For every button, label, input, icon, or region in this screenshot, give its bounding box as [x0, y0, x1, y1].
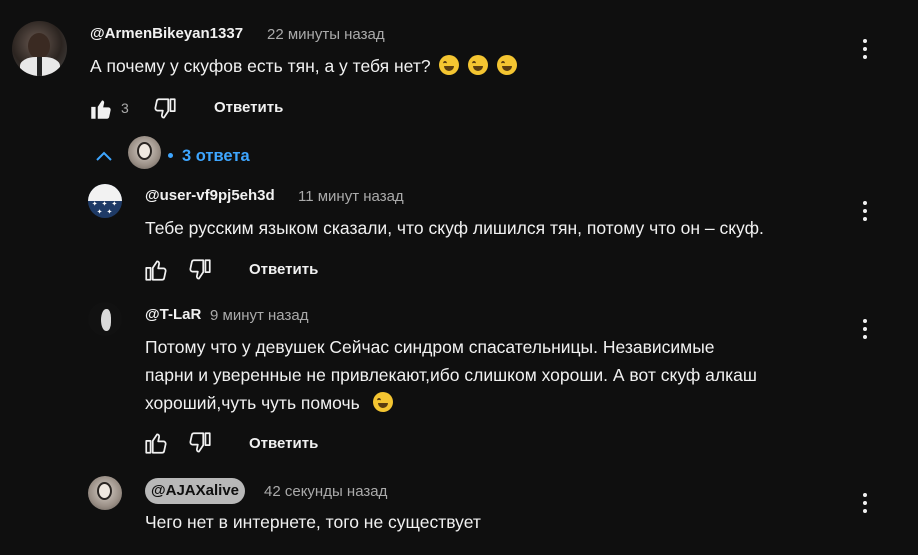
avatar-face	[97, 482, 112, 500]
reply-text: Тебе русским языком сказали, что скуф ли…	[145, 218, 764, 238]
more-actions-icon[interactable]	[862, 37, 868, 63]
more-actions-icon[interactable]	[862, 317, 868, 343]
more-actions-icon[interactable]	[862, 199, 868, 225]
reply-button[interactable]: Ответить	[249, 435, 318, 452]
avatar-top	[88, 184, 122, 201]
like-count: 3	[121, 100, 129, 116]
replies-count-toggle[interactable]: 3 ответа	[182, 147, 250, 166]
dislike-icon[interactable]	[187, 257, 213, 283]
comment-time[interactable]: 22 минуты назад	[267, 26, 385, 43]
grinning-emoji-icon	[497, 55, 518, 75]
dislike-icon[interactable]	[152, 96, 178, 122]
avatar[interactable]	[88, 302, 122, 336]
reply-text-line: парни и уверенные не привлекают,ибо слиш…	[145, 365, 757, 385]
reply-button[interactable]: Ответить	[249, 261, 318, 278]
replier-avatar	[128, 136, 161, 169]
grinning-emoji-icon	[468, 55, 489, 75]
avatar-face	[137, 142, 152, 160]
like-icon[interactable]	[143, 430, 169, 456]
separator-dot	[168, 153, 173, 158]
more-actions-icon[interactable]	[862, 491, 868, 517]
reply-time[interactable]: 9 минут назад	[210, 307, 308, 324]
avatar[interactable]: ✦ ✦ ✦ ✦ ✦	[88, 184, 122, 218]
reply-author[interactable]: @user-vf9pj5eh3d	[145, 187, 275, 204]
avatar[interactable]	[88, 476, 122, 510]
reply-text-line: хороший,чуть чуть помочь	[145, 393, 360, 413]
avatar-shape	[101, 309, 111, 331]
comment-author[interactable]: @ArmenBikeyan1337	[90, 25, 243, 42]
avatar-tie	[37, 57, 42, 76]
like-filled-icon[interactable]	[88, 96, 114, 122]
grinning-emoji-icon	[372, 392, 393, 412]
reply-time[interactable]: 11 минут назад	[298, 188, 404, 205]
avatar-face	[28, 33, 50, 59]
comment-text-body: А почему у скуфов есть тян, а у тебя нет…	[90, 56, 431, 76]
reply-text-line-last: хороший,чуть чуть помочь	[145, 389, 393, 417]
grinning-emoji-icon	[439, 55, 460, 75]
like-icon[interactable]	[143, 257, 169, 283]
reply-button[interactable]: Ответить	[214, 99, 283, 116]
reply-time[interactable]: 42 секунды назад	[264, 483, 387, 500]
comment-text: А почему у скуфов есть тян, а у тебя нет…	[90, 52, 518, 80]
author-chip[interactable]: @AJAXalive	[145, 478, 246, 504]
avatar-stars: ✦ ✦ ✦ ✦ ✦	[91, 201, 119, 216]
avatar[interactable]	[12, 21, 67, 76]
chevron-up-icon[interactable]	[92, 145, 116, 169]
reply-author[interactable]: @T-LaR	[145, 306, 201, 323]
dislike-icon[interactable]	[187, 430, 213, 456]
reply-text-line: Потому что у девушек Сейчас синдром спас…	[145, 337, 715, 357]
reply-text: Чего нет в интернете, того не существует	[145, 512, 481, 532]
